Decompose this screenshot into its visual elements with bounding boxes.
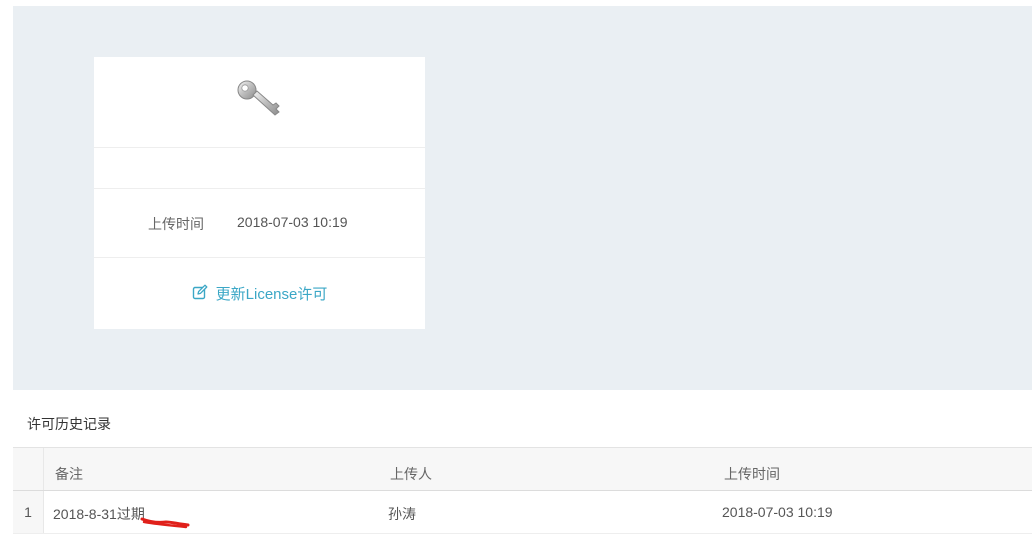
history-title: 许可历史记录 <box>27 416 111 432</box>
index-column-header <box>13 448 44 490</box>
history-table-header: 备注 上传人 上传时间 <box>13 448 1032 491</box>
upload-time-value: 2018-07-03 10:19 <box>237 214 348 230</box>
update-license-label: 更新License许可 <box>215 286 328 303</box>
row-upload-time: 2018-07-03 10:19 <box>722 504 833 520</box>
row-uploader: 孙涛 <box>388 506 416 522</box>
upload-time-label: 上传时间 <box>148 216 204 232</box>
license-icon-area <box>94 57 425 148</box>
column-header-uploader: 上传人 <box>390 466 432 482</box>
row-note: 2018-8-31过期 <box>53 506 145 522</box>
column-header-note: 备注 <box>55 466 83 482</box>
key-icon <box>235 78 285 127</box>
row-index: 1 <box>13 491 44 533</box>
card-blank-row <box>94 148 425 189</box>
license-card: 上传时间 2018-07-03 10:19 更新License许可 <box>94 57 425 329</box>
red-underline-annotation <box>140 517 190 529</box>
column-header-time: 上传时间 <box>724 466 780 482</box>
upload-time-row: 上传时间 2018-07-03 10:19 <box>94 189 425 258</box>
update-license-button[interactable]: 更新License许可 <box>94 258 425 329</box>
edit-icon <box>192 284 216 304</box>
